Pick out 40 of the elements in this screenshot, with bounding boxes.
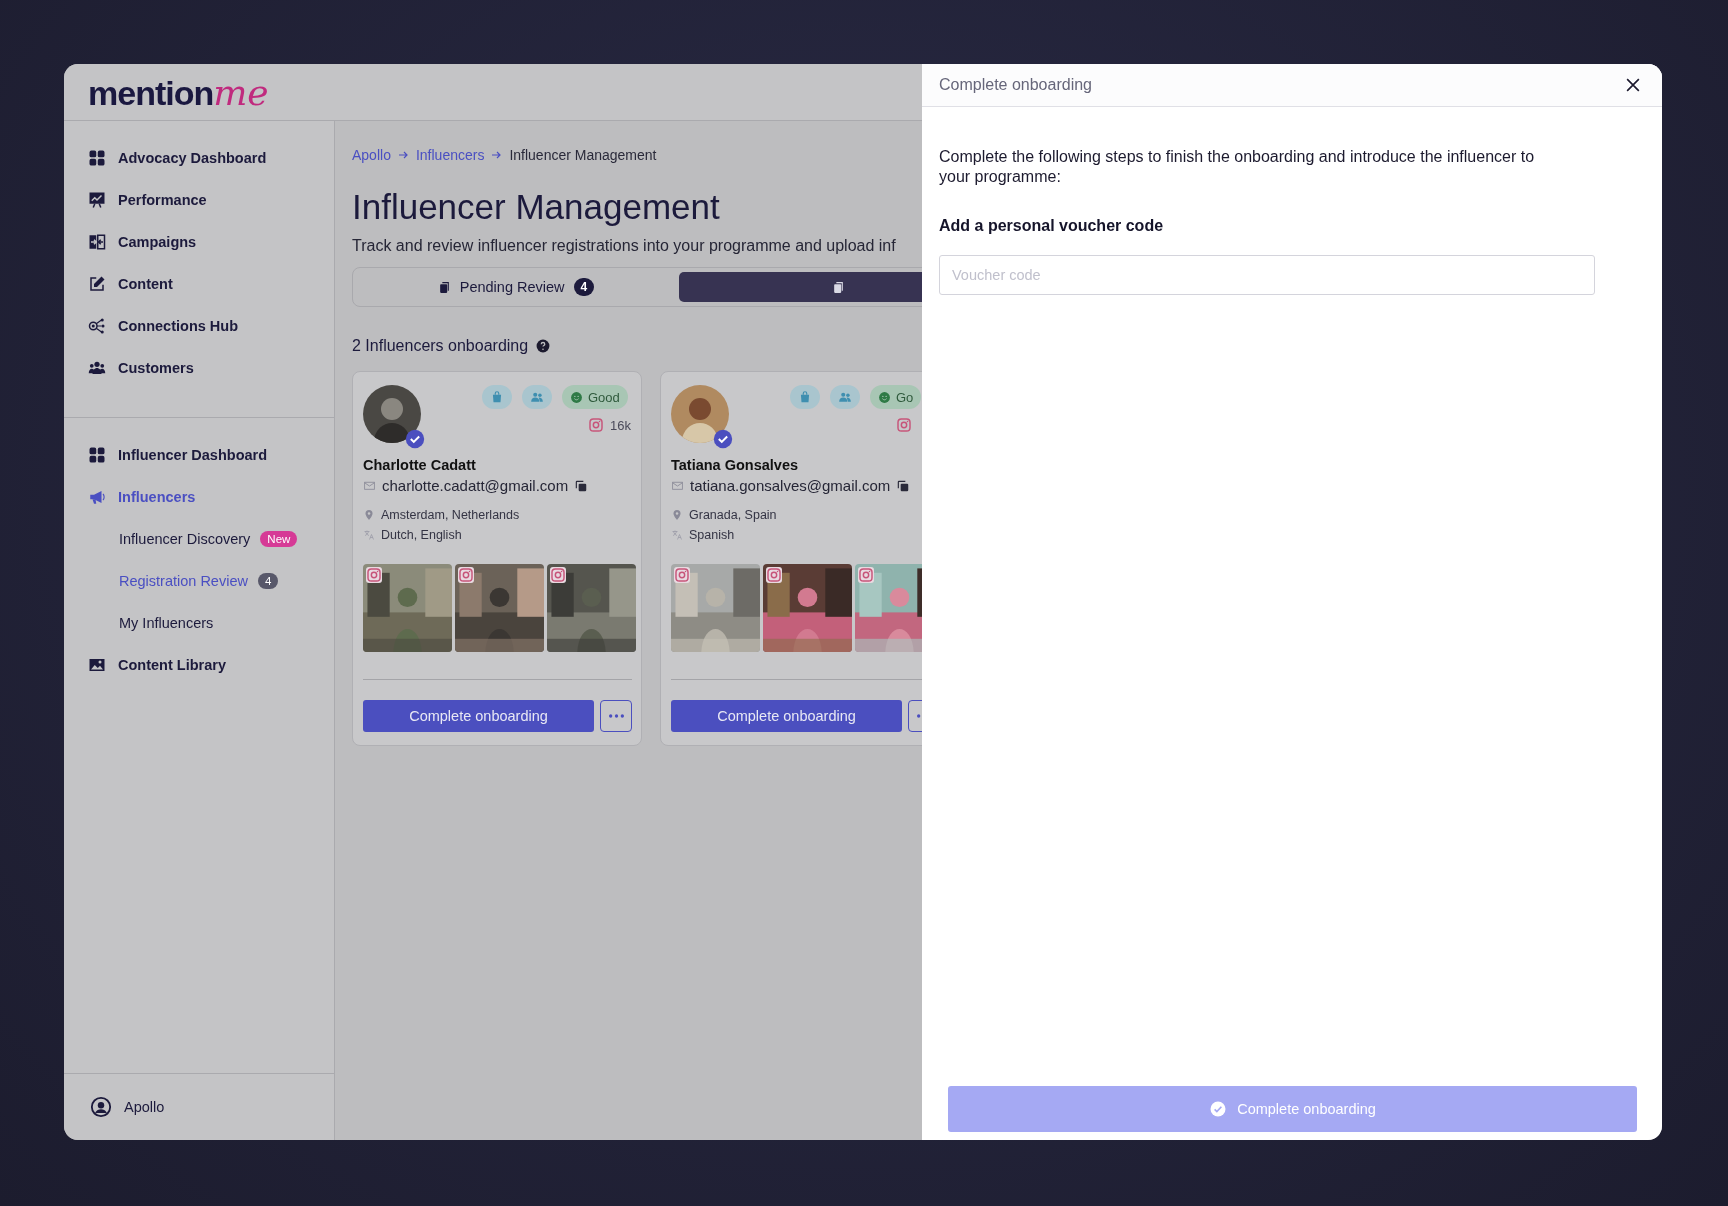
rating-chip: Good <box>562 385 628 409</box>
drawer-title: Complete onboarding <box>939 76 1092 94</box>
nav-subitem[interactable]: Influencer Discovery New <box>88 518 334 560</box>
location-text: Amsterdam, Netherlands <box>381 508 520 522</box>
nav-item[interactable]: Customers <box>88 347 334 389</box>
nav-item[interactable]: Advocacy Dashboard <box>88 137 334 179</box>
nav-subitem[interactable]: My Influencers <box>88 602 334 644</box>
follower-count: 16k <box>610 417 631 433</box>
location-text: Granada, Spain <box>689 508 777 522</box>
nav-item[interactable]: Campaigns <box>88 221 334 263</box>
step-title: Add a personal voucher code <box>939 217 1165 235</box>
intro-text: Complete the following steps to finish the onboarding and introduce the influencer to your programme: <box>939 147 1536 187</box>
nav-item[interactable]: Content Library <box>88 644 334 686</box>
nav-item[interactable]: Influencers <box>88 476 334 518</box>
breadcrumb-current: Influencer Management <box>509 147 657 163</box>
nav-item[interactable]: Influencer Dashboard <box>88 434 334 476</box>
nav-badge: 4 <box>257 573 279 589</box>
breadcrumb-link[interactable]: Influencers <box>415 147 485 163</box>
voucher-code-field[interactable]: Voucher code <box>939 255 1595 295</box>
complete-onboarding-button[interactable]: Complete onboarding <box>363 700 594 732</box>
count-badge: 4 <box>573 278 595 296</box>
user-name[interactable]: Apollo <box>124 1099 165 1115</box>
email-text: tatiana.gonsalves@gmail.com <box>690 477 891 494</box>
nav-subitem[interactable]: Registration Review 4 <box>88 560 334 602</box>
nav-item[interactable]: Content <box>88 263 334 305</box>
nav-item[interactable]: Performance <box>88 179 334 221</box>
breadcrumb-link[interactable]: Apollo <box>352 147 391 163</box>
influencer-name: Charlotte Cadatt <box>363 457 477 473</box>
page-description: Track and review influencer registrations into your programme and upload inf <box>352 237 897 255</box>
logo: mentionme <box>88 71 269 113</box>
influencer-name: Tatiana Gonsalves <box>671 457 800 473</box>
section-title: 2 Influencers onboarding <box>352 337 529 355</box>
email-text: charlotte.cadatt@gmail.com <box>382 477 569 494</box>
nav-badge: New <box>260 531 298 547</box>
complete-onboarding-button[interactable]: Complete onboarding <box>671 700 902 732</box>
languages-text: Dutch, English <box>381 528 462 542</box>
nav-item[interactable]: Connections Hub <box>88 305 334 347</box>
page-title: Influencer Management <box>352 187 721 227</box>
languages-text: Spanish <box>689 528 735 542</box>
rating-chip: Go <box>870 385 922 409</box>
